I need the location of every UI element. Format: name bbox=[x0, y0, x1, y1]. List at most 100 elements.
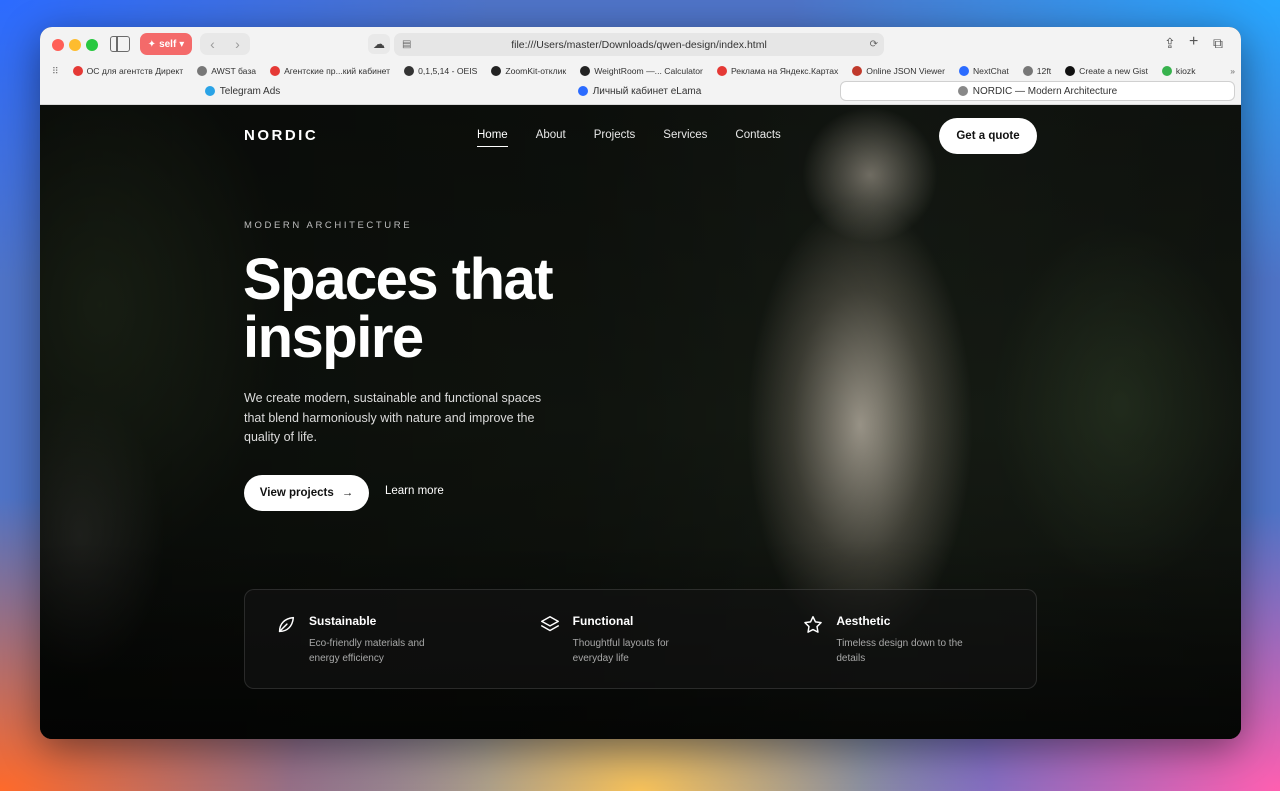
tab-favicon-icon bbox=[577, 86, 588, 96]
features-panel: Sustainable Eco-friendly materials and e… bbox=[244, 589, 1037, 689]
main-navigation: Home About Projects Services Contacts bbox=[477, 129, 781, 147]
bookmark-item[interactable]: ZoomKit-отклик bbox=[491, 66, 566, 76]
bookmark-favicon-icon bbox=[197, 66, 208, 76]
bookmark-item[interactable]: Online JSON Viewer bbox=[852, 66, 945, 76]
feature-aesthetic: Aesthetic Timeless design down to the de… bbox=[772, 590, 1036, 688]
tab-overview-icon[interactable]: ⧉ bbox=[1213, 35, 1223, 52]
bookmark-item[interactable]: AWST база bbox=[197, 66, 256, 76]
more-bookmarks-icon[interactable]: » bbox=[1230, 66, 1235, 76]
tab-bar: Telegram Ads Личный кабинет eLama NORDIC —… bbox=[46, 81, 1235, 103]
address-bar[interactable]: ▤ file:///Users/master/Downloads/qwen-de… bbox=[394, 33, 884, 56]
url-text: file:///Users/master/Downloads/qwen-desi… bbox=[511, 38, 767, 51]
browser-chrome: ✦ self ▾ ‹ › ☁ ▤ file:///Users/master/Do… bbox=[40, 27, 1241, 105]
browser-tab[interactable]: Telegram Ads bbox=[46, 81, 439, 101]
learn-more-link[interactable]: Learn more bbox=[385, 485, 444, 497]
page-settings-icon[interactable]: ▤ bbox=[402, 39, 411, 50]
profile-button[interactable]: ✦ self ▾ bbox=[140, 33, 192, 55]
tab-label: Личный кабинет eLama bbox=[592, 85, 702, 97]
bookmark-favicon-icon bbox=[491, 66, 502, 76]
bookmark-label: 12ft bbox=[1036, 66, 1052, 76]
feature-sustainable: Sustainable Eco-friendly materials and e… bbox=[245, 590, 509, 688]
bookmarks-bar: ⠿ ОС для агентств Директ AWST база Агентск… bbox=[40, 61, 1241, 81]
feature-title: Sustainable bbox=[309, 614, 377, 628]
tab-favicon-icon bbox=[957, 86, 968, 96]
history-nav: ‹ › bbox=[200, 33, 250, 55]
sidebar-toggle-icon[interactable] bbox=[110, 36, 130, 52]
profile-label: self bbox=[159, 38, 177, 50]
bookmark-favicon-icon bbox=[716, 66, 727, 76]
nav-link-contacts[interactable]: Contacts bbox=[735, 129, 780, 147]
browser-tab[interactable]: NORDIC — Modern Architecture bbox=[840, 81, 1235, 101]
profile-icon: ✦ bbox=[147, 38, 157, 50]
arrow-right-icon: → bbox=[341, 487, 354, 499]
browser-toolbar: ✦ self ▾ ‹ › ☁ ▤ file:///Users/master/Do… bbox=[40, 27, 1241, 61]
bookmark-label: Агентские пр...кий кабинет bbox=[284, 66, 391, 76]
feature-title: Functional bbox=[572, 614, 634, 628]
bookmark-favicon-icon bbox=[1065, 66, 1076, 76]
cloud-icon[interactable]: ☁ bbox=[368, 34, 390, 54]
nav-link-projects[interactable]: Projects bbox=[594, 129, 636, 147]
leaf-icon bbox=[278, 616, 295, 633]
back-arrow-icon[interactable]: ‹ bbox=[210, 36, 215, 52]
bookmark-item[interactable]: Реклама на Яндекс.Картах bbox=[716, 66, 839, 76]
feature-title: Aesthetic bbox=[836, 614, 891, 628]
chevron-down-icon: ▾ bbox=[179, 38, 185, 50]
feature-desc: Eco-friendly materials and energy effici… bbox=[309, 638, 425, 664]
view-projects-button[interactable]: View projects → bbox=[244, 475, 369, 511]
hero-headline: Spaces that inspire bbox=[243, 247, 554, 370]
bookmark-favicon-icon bbox=[270, 66, 281, 76]
feature-desc: Timeless design down to the details bbox=[836, 638, 963, 664]
bookmark-favicon-icon bbox=[404, 66, 415, 76]
bookmark-label: 0,1,5,14 - OEIS bbox=[418, 66, 478, 76]
bookmark-favicon-icon bbox=[852, 66, 863, 76]
bookmark-label: ОС для агентств Директ bbox=[86, 66, 184, 76]
web-page: NORDIC Home About Projects Services Contacts… bbox=[40, 105, 1241, 739]
feature-functional: Functional Thoughtful layouts for everyd… bbox=[509, 590, 773, 688]
tab-label: Telegram Ads bbox=[219, 85, 281, 97]
minimize-window-button[interactable] bbox=[69, 39, 81, 51]
hero-eyebrow: MODERN ARCHITECTURE bbox=[244, 220, 413, 231]
tab-label: NORDIC — Modern Architecture bbox=[972, 85, 1118, 97]
zoom-window-button[interactable] bbox=[86, 39, 98, 51]
bookmark-favicon-icon bbox=[1022, 66, 1033, 76]
hero-lead: We create modern, sustainable and functi… bbox=[244, 391, 542, 444]
bookmark-favicon-icon bbox=[72, 66, 83, 76]
bookmark-label: Create a new Gist bbox=[1079, 66, 1148, 76]
bookmark-favicon-icon bbox=[580, 66, 591, 76]
tab-favicon-icon bbox=[204, 86, 215, 96]
reload-icon[interactable]: ⟳ bbox=[870, 39, 878, 50]
bookmark-item[interactable]: kiozk bbox=[1161, 66, 1196, 76]
forward-arrow-icon[interactable]: › bbox=[235, 36, 240, 52]
bookmark-label: Реклама на Яндекс.Картах bbox=[730, 66, 839, 76]
bookmark-label: AWST база bbox=[211, 66, 257, 76]
nav-link-about[interactable]: About bbox=[536, 129, 566, 147]
get-quote-button[interactable]: Get a quote bbox=[939, 118, 1037, 154]
browser-tab[interactable]: Личный кабинет eLama bbox=[443, 81, 836, 101]
bookmark-label: NextChat bbox=[972, 66, 1009, 76]
view-projects-label: View projects bbox=[259, 487, 334, 499]
bookmark-item[interactable]: Агентские пр...кий кабинет bbox=[270, 66, 390, 76]
new-tab-plus-icon[interactable]: + bbox=[1189, 33, 1198, 51]
nav-link-home[interactable]: Home bbox=[477, 129, 508, 147]
bookmark-label: Online JSON Viewer bbox=[866, 66, 945, 76]
bookmark-item[interactable]: 0,1,5,14 - OEIS bbox=[404, 66, 477, 76]
bookmark-item[interactable]: ОС для агентств Директ bbox=[72, 66, 184, 76]
bookmark-item[interactable]: NextChat bbox=[958, 66, 1009, 76]
nav-link-services[interactable]: Services bbox=[663, 129, 707, 147]
feature-desc: Thoughtful layouts for everyday life bbox=[572, 638, 669, 664]
bookmark-item[interactable]: WeightRoom —... Calculator bbox=[580, 66, 703, 76]
star-icon bbox=[804, 616, 823, 633]
apps-grid-icon[interactable]: ⠿ bbox=[52, 66, 59, 77]
bookmark-item[interactable]: 12ft bbox=[1022, 66, 1052, 76]
browser-window: ✦ self ▾ ‹ › ☁ ▤ file:///Users/master/Do… bbox=[40, 27, 1241, 739]
bookmark-label: kiozk bbox=[1175, 66, 1196, 76]
site-logo[interactable]: NORDIC bbox=[244, 127, 318, 144]
bookmark-label: WeightRoom —... Calculator bbox=[594, 66, 703, 76]
bookmark-favicon-icon bbox=[1161, 66, 1172, 76]
bookmark-label: ZoomKit-отклик bbox=[505, 66, 567, 76]
layers-icon bbox=[540, 616, 559, 632]
bookmark-item[interactable]: Create a new Gist bbox=[1065, 66, 1148, 76]
share-icon[interactable]: ⇪ bbox=[1164, 35, 1176, 52]
bookmark-favicon-icon bbox=[958, 66, 969, 76]
close-window-button[interactable] bbox=[52, 39, 64, 51]
